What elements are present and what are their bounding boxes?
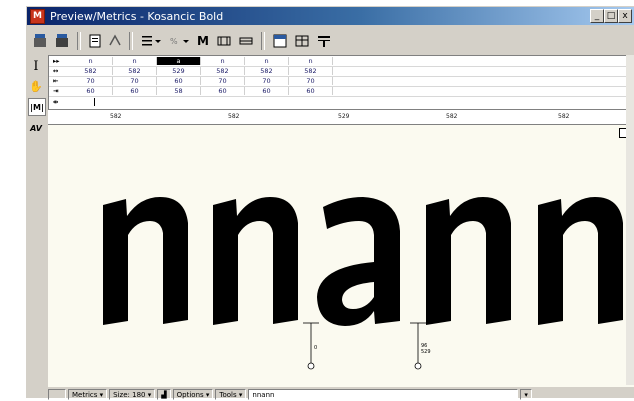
panel-button-1[interactable] — [270, 31, 290, 51]
preview-text-input[interactable]: nnann — [248, 389, 519, 400]
glyph-cell[interactable]: n — [289, 57, 333, 65]
kern-row: ⇹ — [49, 98, 95, 106]
svg-text:%: % — [170, 37, 178, 46]
ruler-label: 582 — [558, 113, 570, 120]
tools-menu-button[interactable]: Tools ▾ — [215, 389, 247, 400]
width-ruler: 582 582 529 582 582 — [48, 110, 634, 125]
size-menu-button[interactable]: Size: 180 ▾ — [109, 389, 156, 400]
lsb-icon: ⇤ — [53, 77, 59, 85]
rsb-cell[interactable]: 60 — [289, 87, 333, 95]
width-cell[interactable]: 529 — [157, 67, 201, 75]
panel-button-2[interactable] — [292, 31, 312, 51]
metrics-menu-label: Metrics — [72, 390, 98, 399]
ruler-label: 582 — [446, 113, 458, 120]
vertical-scrollbar[interactable] — [626, 55, 634, 385]
glyph-preview — [103, 197, 623, 370]
metrics-menu-button[interactable]: Metrics ▾ — [68, 389, 108, 400]
lsb-cell[interactable]: 60 — [157, 77, 201, 85]
width-cell[interactable]: 582 — [69, 67, 113, 75]
rsb-cell[interactable]: 60 — [69, 87, 113, 95]
preview-metrics-window: M Preview/Metrics - Kosancic Bold _ □ x … — [25, 5, 634, 401]
minimize-button[interactable]: _ — [590, 9, 604, 23]
input-dropdown-button[interactable]: ▾ — [520, 389, 532, 400]
toolbar-separator — [261, 32, 265, 50]
ruler-label: 582 — [110, 113, 122, 120]
lsb-cell[interactable]: 70 — [201, 77, 245, 85]
options-menu-label: Options — [176, 390, 204, 399]
marker-label-left: 0 — [314, 345, 318, 351]
width-cell[interactable]: 582 — [289, 67, 333, 75]
glyph-cell[interactable]: n — [201, 57, 245, 65]
glyph-row: ▸▸ n n a n n n — [49, 57, 333, 65]
text-align-icon[interactable] — [138, 31, 164, 51]
rsb-cell[interactable]: 58 — [157, 87, 201, 95]
chart-icon[interactable]: ▟ — [157, 389, 171, 400]
metrics-table: ▸▸ n n a n n n ↔ 582 582 529 582 582 582… — [48, 55, 634, 110]
metrics-m-button[interactable]: M — [194, 31, 212, 51]
glyph-cell[interactable]: n — [113, 57, 157, 65]
kern-row-icon: ⇹ — [53, 98, 59, 106]
text-cursor-tool[interactable]: I — [28, 58, 44, 74]
preview-canvas[interactable]: 0 96 529 — [48, 125, 634, 387]
lsb-cell[interactable]: 70 — [245, 77, 289, 85]
metrics-tool[interactable]: |M| — [28, 98, 46, 116]
toolbar-separator — [77, 32, 81, 50]
width-cell[interactable]: 582 — [201, 67, 245, 75]
lsb-cell[interactable]: 70 — [69, 77, 113, 85]
rsb-cell[interactable]: 60 — [201, 87, 245, 95]
ruler-label: 529 — [338, 113, 350, 120]
save-afm-icon[interactable] — [30, 31, 50, 51]
rsb-row: ⇥ 60 60 58 60 60 60 — [49, 87, 333, 95]
glyph-cell[interactable]: n — [69, 57, 113, 65]
rsb-cell[interactable]: 60 — [113, 87, 157, 95]
kern-tool[interactable]: AV — [28, 120, 44, 136]
window-title: Preview/Metrics - Kosancic Bold — [50, 9, 224, 23]
toolbar: % M — [30, 28, 334, 54]
size-menu-label: Size: 180 — [113, 390, 146, 399]
glyph-cell[interactable]: n — [245, 57, 289, 65]
width-cell[interactable]: 582 — [113, 67, 157, 75]
lsb-row: ⇤ 70 70 60 70 70 70 — [49, 77, 333, 85]
tool-button-2[interactable] — [236, 31, 256, 51]
width-icon: ↔ — [53, 67, 59, 75]
toolbar-separator — [129, 32, 133, 50]
title-bar[interactable]: M Preview/Metrics - Kosancic Bold _ □ x — [27, 7, 634, 25]
lsb-cell[interactable]: 70 — [113, 77, 157, 85]
status-bar: Metrics ▾ Size: 180 ▾ ▟ Options ▾ Tools … — [48, 388, 634, 401]
options-menu-button[interactable]: Options ▾ — [172, 389, 214, 400]
lsb-cell[interactable]: 70 — [289, 77, 333, 85]
kern-cell[interactable] — [69, 98, 95, 106]
glyph-cell-selected[interactable]: a — [157, 57, 201, 65]
page-icon[interactable] — [86, 31, 104, 51]
marker-label-right: 96 529 — [421, 343, 431, 355]
tool-button-1[interactable] — [214, 31, 234, 51]
width-cell[interactable]: 582 — [245, 67, 289, 75]
metrics-dropdown[interactable]: % — [166, 31, 192, 51]
status-text-field — [48, 389, 66, 400]
hand-tool[interactable]: ✋ — [28, 78, 44, 94]
rsb-icon: ⇥ — [53, 87, 59, 95]
app-icon[interactable]: M — [30, 8, 45, 24]
tool-palette: I ✋ |M| AV — [28, 58, 46, 398]
open-afm-icon[interactable] — [52, 31, 72, 51]
glyph-row-header: ▸▸ — [53, 57, 60, 65]
panel-button-3[interactable] — [314, 31, 334, 51]
maximize-button[interactable]: □ — [604, 9, 618, 23]
width-row: ↔ 582 582 529 582 582 582 — [49, 67, 333, 75]
kern-icon[interactable] — [106, 31, 124, 51]
rsb-cell[interactable]: 60 — [245, 87, 289, 95]
ruler-label: 582 — [228, 113, 240, 120]
tools-menu-label: Tools — [219, 390, 237, 399]
close-button[interactable]: x — [618, 9, 632, 23]
row-divider — [49, 96, 633, 97]
